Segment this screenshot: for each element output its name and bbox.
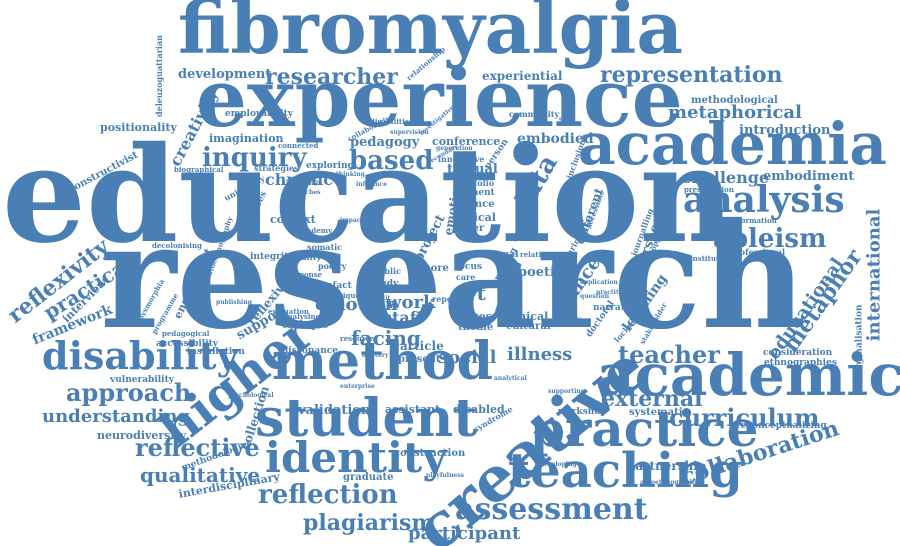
word-academia: academia xyxy=(578,110,887,178)
word-delivery: delivery xyxy=(362,352,389,359)
word-pedagogical: pedagogical xyxy=(162,329,210,338)
word-institutional: institutional xyxy=(690,254,739,263)
word-poetry: poetry xyxy=(318,261,347,271)
word-understanding: understanding xyxy=(42,406,190,427)
word-knowledge: knowledge xyxy=(286,179,322,186)
word-cloud: fibromyalgia experience education resear… xyxy=(0,0,900,546)
word-decolonising: decolonising xyxy=(152,241,202,250)
word-vulnerability: vulnerability xyxy=(110,375,174,385)
word-toolkit: toolkit xyxy=(368,295,391,302)
word-strategies: strategies xyxy=(254,163,299,173)
word-community: community xyxy=(509,109,560,119)
word-resource: resource xyxy=(340,334,375,343)
word-employability: employability xyxy=(225,109,293,119)
word-assessment: assessment xyxy=(455,492,648,527)
word-reconceptualizing: reconceptualizing xyxy=(736,421,827,431)
word-publishing: publishing xyxy=(216,299,252,306)
word-practitioner: practitioner xyxy=(596,289,637,296)
word-study: study xyxy=(371,279,399,289)
word-dissonance: dissonance xyxy=(282,346,338,356)
word-impact: impact xyxy=(340,217,364,224)
word-partnership: partnership xyxy=(627,459,707,473)
word-positionality: positionality xyxy=(100,121,177,134)
word-neurodiversity: neurodiversity xyxy=(97,429,187,442)
word-assistant: assistant xyxy=(385,403,441,416)
word-challenge: challenge xyxy=(682,168,770,187)
word-validation: validation xyxy=(298,403,371,418)
word-imagination: imagination xyxy=(209,132,284,145)
word-accessibility: accessibility xyxy=(156,339,219,349)
word-present: present xyxy=(398,354,441,365)
word-relation: relation xyxy=(520,250,551,259)
word-experiential: experiential xyxy=(482,69,563,83)
word-representation: representation xyxy=(600,62,783,88)
word-developing: developing xyxy=(540,461,577,468)
word-information: information xyxy=(730,216,777,225)
word-somatic: somatic xyxy=(307,242,343,252)
word-graduate: graduate xyxy=(343,472,394,483)
word-context: context xyxy=(270,213,316,226)
word-cultural: cultural xyxy=(506,321,551,332)
word-exploring: exploring xyxy=(306,161,354,171)
word-workshop: workshop xyxy=(558,407,607,417)
word-example: example xyxy=(282,320,329,331)
word-playfulness: playfulness xyxy=(426,472,465,479)
word-evaluation: evaluation xyxy=(268,307,309,316)
word-introduction: introduction xyxy=(739,123,831,138)
word-construction: construction xyxy=(394,448,466,459)
word-connected: connected xyxy=(278,141,319,150)
word-thinking: thinking xyxy=(336,171,365,178)
word-supervision: supervision xyxy=(390,129,429,136)
word-public: public xyxy=(373,266,401,276)
word-ethnographies: ethnographies xyxy=(764,358,837,368)
word-benefit: benefit xyxy=(385,321,409,328)
word-psychological: psychological xyxy=(228,392,274,399)
word-participant: participant xyxy=(408,523,521,544)
word-illness: illness xyxy=(507,344,573,365)
word-equality: equality xyxy=(285,252,322,262)
word-marginalisation: marginalisation xyxy=(854,304,865,385)
word-methodological: methodological xyxy=(691,95,778,106)
word-artefact: artefact xyxy=(312,281,352,291)
word-reflection: reflection xyxy=(258,480,398,510)
word-theme: theme xyxy=(458,322,494,333)
word-focus: focus xyxy=(455,262,482,272)
word-embodiment: embodiment xyxy=(763,169,855,184)
word-installation: installation xyxy=(187,347,245,357)
word-approaches: approaches xyxy=(282,189,321,196)
word-teacher: teacher xyxy=(618,340,720,369)
word-disabilities: disabilities xyxy=(370,117,414,126)
word-work: work xyxy=(386,292,436,313)
word-presentation: presentation xyxy=(684,185,734,194)
word-cognitive: cognitive xyxy=(558,317,589,324)
word-ethic: ethic xyxy=(453,291,470,298)
word-international: international xyxy=(863,208,885,342)
word-systematic: systematic xyxy=(629,407,689,418)
word-analytical: analytical xyxy=(494,375,527,382)
word-development: development xyxy=(178,67,272,82)
word-influence: influence xyxy=(356,181,388,188)
word-social: social xyxy=(438,347,497,368)
word-more: more xyxy=(420,263,449,274)
word-critique: critique xyxy=(329,291,360,300)
word-academy: academy xyxy=(298,226,333,235)
word-application: application xyxy=(580,279,618,286)
word-response: response xyxy=(287,270,323,279)
word-article: article xyxy=(400,339,444,353)
word-care: care xyxy=(456,272,476,282)
word-metaphorical: metaphorical xyxy=(668,102,802,123)
word-enterprise: enterprise xyxy=(340,383,375,390)
word-biographical: biographical xyxy=(174,165,224,174)
word-poetic: poetic xyxy=(518,265,563,280)
word-researcher: researcher xyxy=(265,64,398,90)
word-boxes: boxes xyxy=(457,310,492,323)
word-consideration: consideration xyxy=(763,348,833,358)
word-paper: paper xyxy=(452,223,485,234)
word-deleuzoguattarian: deleuzoguattarian xyxy=(153,35,164,117)
word-supporting: supporting xyxy=(548,388,585,395)
word-autoethnographic: autoethnographic xyxy=(640,479,701,486)
